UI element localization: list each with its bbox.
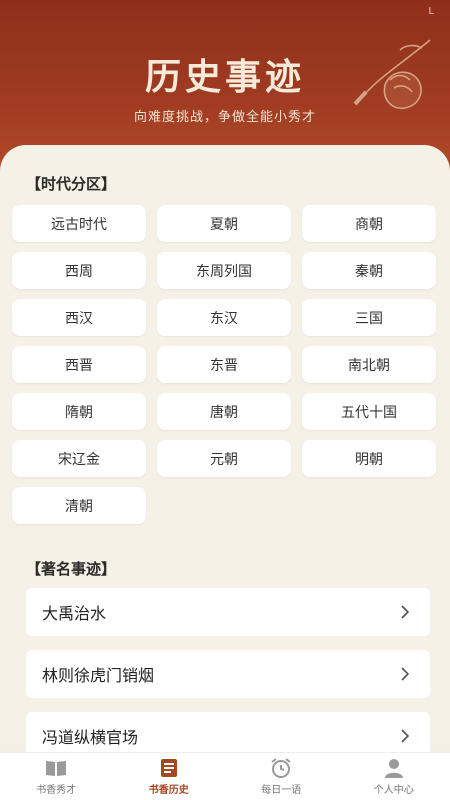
era-button[interactable]: 隋朝 <box>12 393 146 430</box>
era-button[interactable]: 商朝 <box>302 205 436 242</box>
bottom-nav: 书香秀才 书香历史 每日一语 个人中心 <box>0 752 450 800</box>
event-label: 大禹治水 <box>42 604 107 623</box>
era-button[interactable]: 西周 <box>12 252 146 289</box>
era-button[interactable]: 五代十国 <box>302 393 436 430</box>
nav-label: 个人中心 <box>373 785 414 796</box>
event-label: 林则徐虎门销烟 <box>42 666 155 685</box>
era-button[interactable]: 夏朝 <box>157 205 291 242</box>
era-button[interactable]: 明朝 <box>302 440 436 477</box>
era-button[interactable]: 清朝 <box>12 487 146 524</box>
chevron-right-icon <box>401 667 410 681</box>
era-button[interactable]: 远古时代 <box>12 205 146 242</box>
event-label: 冯道纵横官场 <box>42 728 139 747</box>
chevron-right-icon <box>401 729 410 743</box>
chevron-right-icon <box>401 605 410 619</box>
status-indicator: L <box>428 6 434 17</box>
eras-section-title: 【时代分区】 <box>26 175 117 193</box>
nav-item-daily-quote[interactable]: 每日一语 <box>225 753 338 800</box>
history-book-icon <box>160 759 177 777</box>
era-button[interactable]: 东周列国 <box>157 252 291 289</box>
era-button[interactable]: 东晋 <box>157 346 291 383</box>
era-button[interactable]: 秦朝 <box>302 252 436 289</box>
nav-item-history[interactable]: 书香历史 <box>113 753 226 800</box>
era-button[interactable]: 唐朝 <box>157 393 291 430</box>
era-button[interactable]: 西晋 <box>12 346 146 383</box>
user-icon <box>384 759 403 778</box>
event-item[interactable]: 大禹治水 <box>26 588 430 636</box>
era-button[interactable]: 东汉 <box>157 299 291 336</box>
era-button[interactable]: 三国 <box>302 299 436 336</box>
ink-brush-hand-icon <box>353 39 431 110</box>
era-button[interactable]: 南北朝 <box>302 346 436 383</box>
era-button[interactable]: 西汉 <box>12 299 146 336</box>
nav-item-profile[interactable]: 个人中心 <box>338 753 450 800</box>
era-button[interactable]: 元朝 <box>157 440 291 477</box>
nav-item-scholar[interactable]: 书香秀才 <box>0 753 113 800</box>
event-item[interactable]: 林则徐虎门销烟 <box>26 650 430 698</box>
nav-label: 书香历史 <box>148 785 189 796</box>
events-section-title: 【著名事迹】 <box>26 560 117 578</box>
book-icon <box>46 761 67 776</box>
alarm-clock-icon <box>271 758 291 778</box>
era-grid: 远古时代 夏朝 商朝西周 东周列国 秦朝西汉 东汉 三国西晋 东晋 南北朝隋朝 唐朝 五代十国宋辽金… <box>12 205 436 524</box>
nav-label: 每日一语 <box>261 785 302 796</box>
era-button[interactable]: 宋辽金 <box>12 440 146 477</box>
nav-label: 书香秀才 <box>36 785 77 796</box>
